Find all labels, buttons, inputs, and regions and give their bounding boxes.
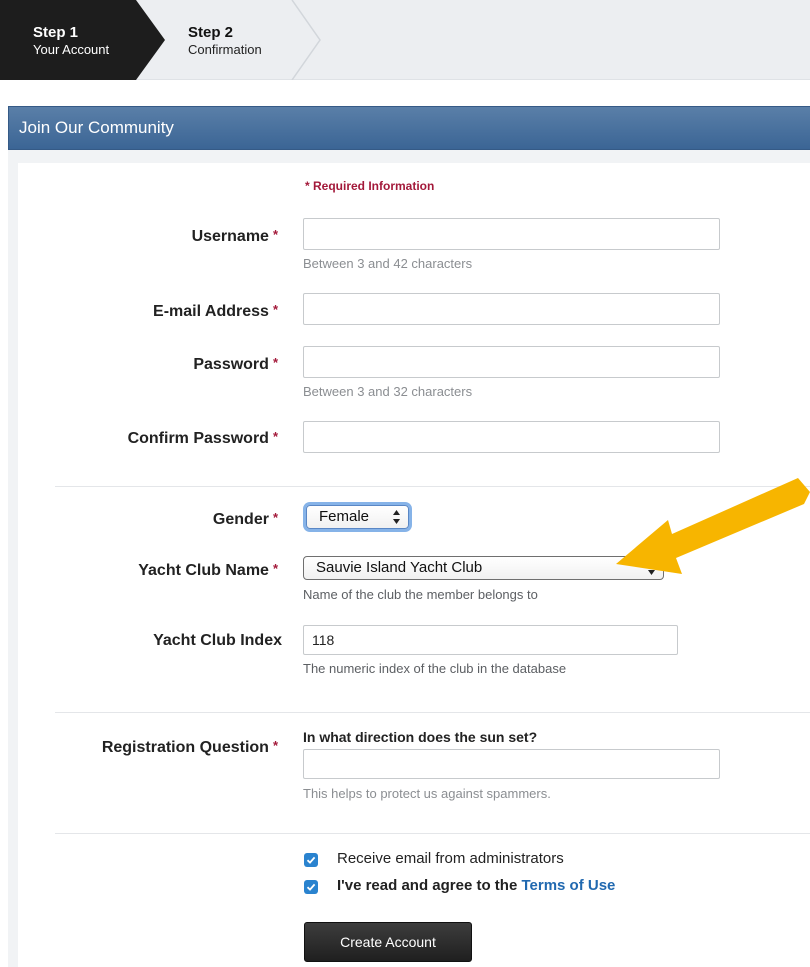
receive-email-label: Receive email from administrators bbox=[337, 850, 564, 867]
confirm-password-input[interactable] bbox=[303, 421, 720, 453]
password-input[interactable] bbox=[303, 346, 720, 378]
section-divider bbox=[55, 833, 810, 834]
terms-of-use-link[interactable]: Terms of Use bbox=[521, 877, 615, 894]
confirm-password-label: Confirm Password * bbox=[14, 429, 278, 448]
checkmark-icon bbox=[306, 883, 316, 891]
confirm-password-label-text: Confirm Password bbox=[127, 430, 269, 447]
required-star: * bbox=[272, 738, 278, 753]
registration-answer-input[interactable] bbox=[303, 749, 720, 779]
email-label: E-mail Address * bbox=[14, 302, 278, 321]
required-star: * bbox=[272, 355, 278, 370]
username-label: Username * bbox=[14, 227, 278, 246]
step-1[interactable]: Step 1 Your Account bbox=[0, 0, 165, 80]
password-label: Password * bbox=[14, 355, 278, 374]
terms-label-prefix: I've read and agree to the bbox=[337, 877, 522, 894]
yacht-club-index-hint: The numeric index of the club in the dat… bbox=[303, 661, 567, 676]
required-star: * bbox=[272, 429, 278, 444]
registration-question-label-text: Registration Question bbox=[101, 739, 269, 756]
step-1-subtitle: Your Account bbox=[33, 42, 110, 57]
email-label-text: E-mail Address bbox=[153, 303, 269, 320]
registration-question-hint: This helps to protect us against spammer… bbox=[303, 786, 551, 801]
yacht-club-index-label-text: Yacht Club Index bbox=[153, 632, 282, 649]
yacht-club-name-label-text: Yacht Club Name bbox=[138, 562, 269, 579]
receive-email-checkbox[interactable] bbox=[304, 853, 318, 867]
password-label-text: Password bbox=[193, 356, 269, 373]
gender-selected-value: Female bbox=[319, 508, 370, 525]
required-star: * bbox=[272, 302, 278, 317]
checkmark-icon bbox=[306, 856, 316, 864]
yacht-club-name-label: Yacht Club Name * bbox=[14, 561, 278, 580]
required-star: * bbox=[272, 510, 278, 525]
yacht-club-index-label: Yacht Club Index bbox=[18, 632, 282, 650]
gender-label-text: Gender bbox=[212, 511, 269, 528]
gender-select[interactable]: Female bbox=[306, 505, 409, 529]
email-input[interactable] bbox=[303, 293, 720, 325]
step-1-title: Step 1 bbox=[33, 24, 79, 41]
steps-bar: Step 1 Your Account Step 2 Confirmation bbox=[0, 0, 810, 80]
terms-checkbox[interactable] bbox=[304, 880, 318, 894]
arrow-pointer-icon bbox=[616, 478, 810, 574]
create-account-button[interactable]: Create Account bbox=[304, 922, 472, 962]
terms-label: I've read and agree to the Terms of Use bbox=[337, 877, 615, 894]
step-separator-chevron bbox=[291, 0, 321, 80]
registration-question-text: In what direction does the sun set? bbox=[303, 729, 538, 745]
registration-question-label: Registration Question * bbox=[14, 738, 278, 757]
required-star: * bbox=[272, 227, 278, 242]
username-label-text: Username bbox=[191, 228, 269, 245]
section-divider bbox=[55, 712, 810, 713]
yacht-club-index-input[interactable] bbox=[303, 625, 678, 655]
required-star: * bbox=[272, 561, 278, 576]
panel-header: Join Our Community bbox=[8, 106, 810, 150]
password-hint: Between 3 and 32 characters bbox=[303, 384, 473, 399]
username-hint: Between 3 and 42 characters bbox=[303, 256, 473, 271]
yacht-club-name-hint: Name of the club the member belongs to bbox=[303, 587, 538, 602]
gender-label: Gender * bbox=[14, 510, 278, 529]
updown-arrows-icon bbox=[393, 510, 400, 524]
required-info-note: * Required Information bbox=[305, 179, 435, 193]
username-input[interactable] bbox=[303, 218, 720, 250]
yacht-club-selected-value: Sauvie Island Yacht Club bbox=[316, 559, 483, 576]
